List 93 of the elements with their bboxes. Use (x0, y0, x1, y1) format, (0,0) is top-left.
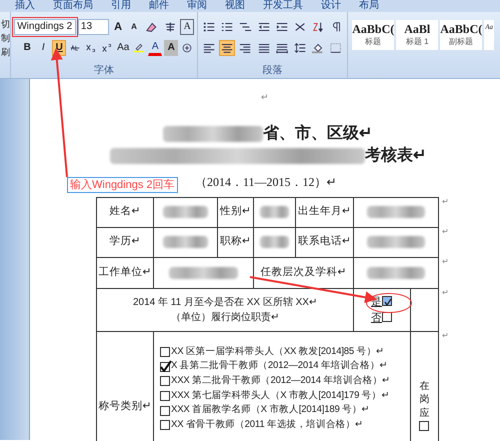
table-cell: 工作单位↵ (96, 257, 154, 288)
highlighter-icon (134, 42, 144, 54)
style-tile[interactable]: AaBbC( 副标题 (440, 20, 482, 50)
checkbox-option[interactable]: 否 (371, 312, 382, 324)
question-text: 2014 年 11 月至今是否在 XX 区所辖 XX↵ （单位）履行岗位职责↵ (132, 296, 318, 324)
asian-layout-icon (294, 20, 306, 32)
style-tile[interactable]: AaBbC( 标题 (352, 20, 394, 50)
align-left-icon (203, 42, 216, 54)
ribbon-tab[interactable]: 引用 (102, 1, 140, 12)
clipboard-item[interactable]: 刷 (0, 45, 10, 59)
paragraph-mark: ↵ (442, 330, 449, 342)
blurred-text (168, 266, 238, 278)
decrease-indent-icon (258, 20, 270, 32)
paragraph-mark: ↵ (442, 286, 449, 298)
ribbon-tab[interactable]: 开发工具 (254, 1, 312, 12)
checkbox[interactable] (382, 312, 392, 322)
character-border-button[interactable]: A (180, 18, 194, 34)
distributed-icon (276, 42, 288, 54)
checkbox[interactable] (160, 390, 170, 401)
honor-item-text: XX 省骨干教师（2011 年选拔，培训合格）↵ (171, 418, 363, 432)
paragraph-mark: ↵ (260, 91, 270, 104)
blurred-text (163, 206, 208, 218)
format-button[interactable]: Aa (116, 40, 130, 56)
superscript-icon (102, 42, 112, 54)
blurred-text (260, 206, 289, 218)
multilevel-list-icon (239, 20, 252, 32)
paragraph-mark: ↵ (442, 226, 449, 238)
align-right-icon (239, 42, 252, 54)
italic-button[interactable]: I (36, 40, 50, 56)
group-label: 字体 (93, 65, 116, 78)
table-cell: 任教层次及学科↵ (254, 257, 354, 288)
honor-item-text: XXX 首届教学名师（X 市教人[2014]189 号）↵ (171, 403, 370, 418)
character-shading-button[interactable]: A (164, 40, 178, 56)
numbering-icon (221, 20, 234, 32)
honor-item-text: X 县第二批骨干教师（2012—2014 年培训合格）↵ (171, 359, 388, 374)
bullets-icon (203, 20, 216, 32)
borders-icon (330, 42, 342, 54)
blurred-text (366, 266, 426, 278)
side-label: 在岗应 (420, 380, 430, 420)
checkbox[interactable] (160, 406, 170, 416)
clear-format-icon (145, 20, 158, 32)
checkbox[interactable] (160, 376, 170, 386)
blurred-text (366, 206, 426, 218)
blurred-text (260, 236, 289, 248)
format-button[interactable]: B (20, 40, 34, 56)
shrink-font-button[interactable]: A (127, 18, 142, 34)
increase-indent-icon (276, 20, 288, 32)
blurred-text (366, 236, 426, 248)
annotation-label: 输入Wingdings 2回车 (67, 177, 178, 193)
checkbox[interactable] (160, 420, 170, 430)
style-tile[interactable]: AaBl 标题 1 (396, 20, 438, 50)
checkbox[interactable] (419, 421, 429, 431)
align-center-button[interactable] (219, 40, 236, 56)
highlight-ellipse (366, 293, 412, 313)
phonetic-icon (164, 20, 176, 32)
sort-icon (312, 20, 324, 32)
checkbox[interactable] (160, 362, 170, 372)
table-cell: 姓名↵ (96, 197, 154, 227)
line-spacing-icon (294, 42, 306, 54)
shading-icon (312, 42, 324, 54)
table-cell: 职称↵ (218, 227, 254, 257)
period-text: （2014．11—2015．12）↵ (195, 174, 338, 190)
honor-item-text: XX 区第一届学科带头人（XX 教发[2014]85 号）↵ (171, 344, 384, 359)
honor-item-text: XXX 第七届学科带头人（X 市教人[2014]179 号）↵ (171, 388, 390, 403)
grow-font-button[interactable]: A (111, 18, 126, 34)
table-cell: 联系电话↵ (296, 227, 354, 257)
checkbox[interactable] (382, 296, 392, 306)
clipboard-item[interactable]: 切 (0, 17, 10, 31)
ribbon-tab[interactable]: 视图 (216, 1, 254, 12)
table-cell: 称号类别↵ (96, 331, 154, 441)
table-cell: 出生年月↵ (296, 197, 354, 227)
blurred-text (163, 236, 208, 248)
ribbon-tab[interactable]: 插入 (6, 1, 44, 12)
group-label: 段落 (262, 65, 284, 78)
document-title: 考核表↵ (365, 146, 426, 166)
table-cell: 性别↵ (218, 197, 254, 227)
font-size-field[interactable]: 13 (78, 18, 110, 34)
pilcrow-icon (330, 20, 342, 32)
clipboard-item[interactable]: 制 (0, 31, 10, 45)
paragraph-mark: ↵ (442, 256, 449, 268)
ribbon-tab[interactable]: 设计 (312, 1, 350, 12)
paragraph-mark: ↵ (442, 196, 449, 208)
ribbon-tab[interactable]: 布局 (350, 1, 388, 12)
justify-icon (258, 42, 270, 54)
enclosed-character-icon (182, 42, 192, 54)
honor-item-text: XXX 第二批骨干教师（2012—2014 年培训合格）↵ (171, 374, 390, 388)
table-cell: 学历↵ (96, 227, 154, 257)
checkbox[interactable] (160, 346, 170, 357)
ribbon-tab[interactable]: 邮件 (140, 1, 178, 12)
document-title: 省、市、区级↵ (263, 123, 372, 144)
font-name-field[interactable]: Wingdings 2 (14, 18, 76, 34)
ribbon-tab[interactable]: 页面布局 (44, 1, 102, 12)
align-center-icon (221, 42, 234, 54)
